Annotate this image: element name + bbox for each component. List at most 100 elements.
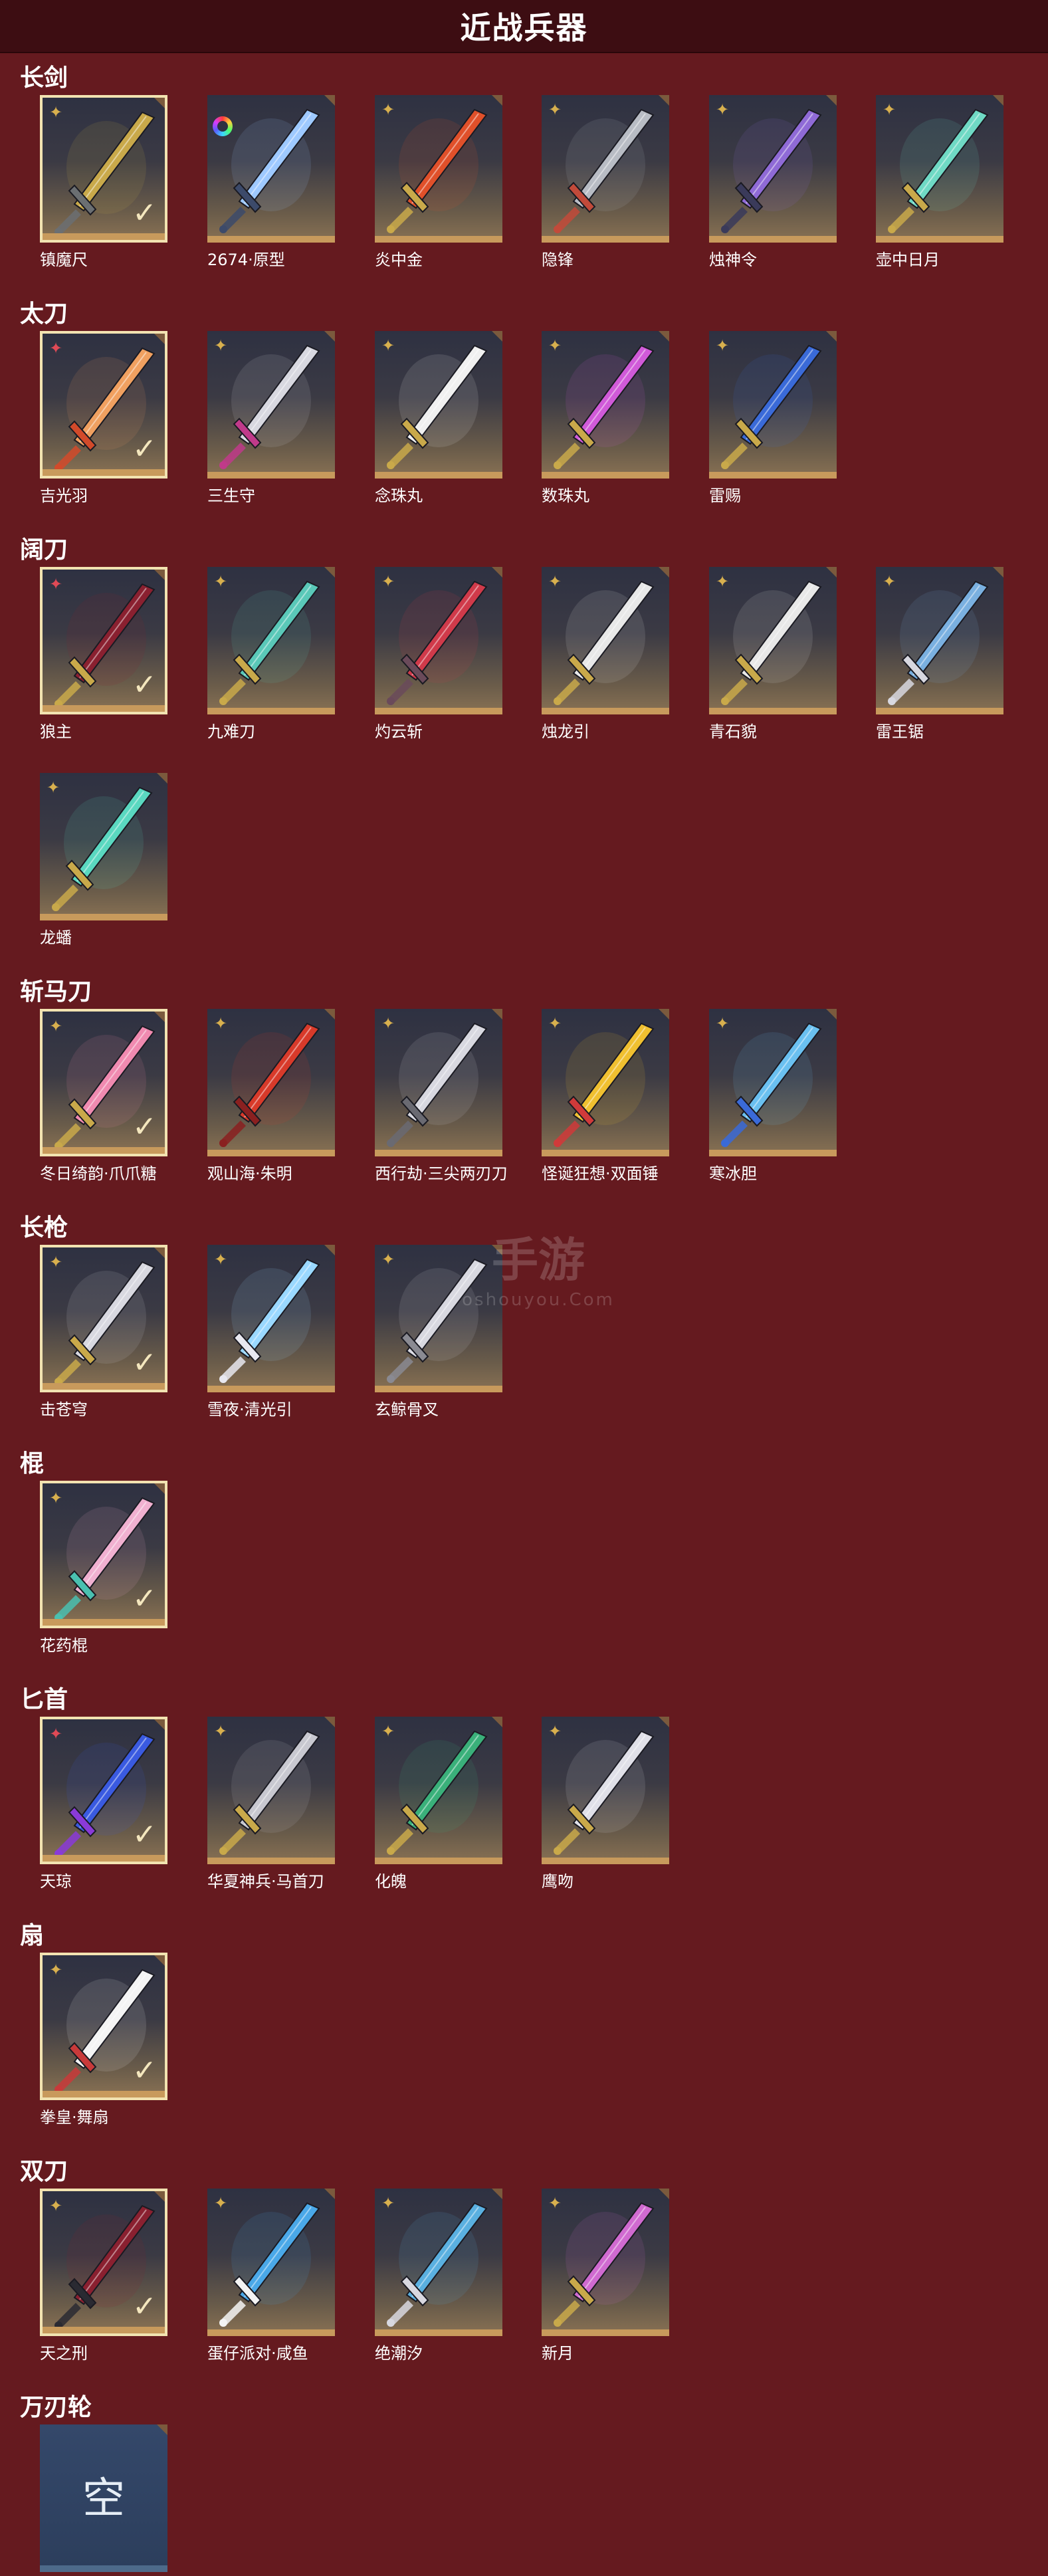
- weapon-card[interactable]: ✦ ✓ 花药棍: [40, 1481, 167, 1656]
- weapon-card[interactable]: ✦ 鹰吻: [542, 1717, 669, 1891]
- weapon-card[interactable]: ✦ 九难刀: [207, 567, 335, 742]
- weapon-tile[interactable]: ✦ ✓: [40, 1481, 167, 1628]
- empty-weapon-slot[interactable]: 空: [40, 2424, 167, 2576]
- weapon-tile[interactable]: ✦: [542, 1717, 669, 1864]
- weapon-tile[interactable]: ✦ ✓: [40, 95, 167, 243]
- weapon-card[interactable]: ✦ 新月: [542, 2189, 669, 2363]
- weapon-card[interactable]: ✦ 绝潮汐: [375, 2189, 502, 2363]
- weapon-tile[interactable]: [207, 95, 335, 243]
- weapon-card[interactable]: ✦ 数珠丸: [542, 331, 669, 506]
- weapon-tile[interactable]: ✦: [542, 331, 669, 479]
- weapon-card[interactable]: ✦ 蛋仔派对·咸鱼: [207, 2189, 335, 2363]
- weapon-card[interactable]: ✦ 壶中日月: [876, 95, 1003, 270]
- weapon-tile[interactable]: ✦: [375, 331, 502, 479]
- weapon-tile[interactable]: ✦: [207, 2189, 335, 2336]
- weapon-card[interactable]: ✦ 雷赐: [709, 331, 837, 506]
- weapon-tile[interactable]: ✦ ✓: [40, 331, 167, 479]
- weapon-tile[interactable]: ✦: [709, 331, 837, 479]
- weapon-card[interactable]: ✦ 炎中金: [375, 95, 502, 270]
- weapon-tile[interactable]: ✦ ✓: [40, 1245, 167, 1392]
- weapon-tile[interactable]: ✦: [207, 1717, 335, 1864]
- weapon-tile[interactable]: ✦: [709, 1009, 837, 1156]
- weapon-card[interactable]: ✦ ✓ 狼主: [40, 567, 167, 742]
- category-title: 双刀: [20, 2158, 68, 2185]
- weapon-name: 冬日绮韵·爪爪糖: [40, 1164, 157, 1183]
- weapon-card[interactable]: ✦ 化魄: [375, 1717, 502, 1891]
- weapon-name: 灼云斩: [375, 722, 423, 741]
- weapon-name: 雷王锯: [876, 722, 924, 741]
- weapon-card[interactable]: ✦ 观山海·朱明: [207, 1009, 335, 1184]
- gold-star-icon: ✦: [548, 336, 562, 355]
- weapon-card[interactable]: ✦ 雷王锯: [876, 567, 1003, 742]
- weapon-card[interactable]: ✦ 念珠丸: [375, 331, 502, 506]
- weapon-tile[interactable]: ✦: [375, 95, 502, 243]
- weapon-card[interactable]: ✦ 雪夜·清光引: [207, 1245, 335, 1420]
- weapon-card[interactable]: ✦ 隐锋: [542, 95, 669, 270]
- weapon-card[interactable]: ✦ 灼云斩: [375, 567, 502, 742]
- weapon-tile[interactable]: ✦: [207, 1245, 335, 1392]
- gold-star-icon: ✦: [716, 1014, 730, 1033]
- weapon-card[interactable]: ✦ 西行劫·三尖两刃刀: [375, 1009, 508, 1184]
- weapon-tile[interactable]: ✦: [375, 2189, 502, 2336]
- weapon-name: 2674·原型: [207, 251, 285, 269]
- weapon-card[interactable]: ✦ ✓ 冬日绮韵·爪爪糖: [40, 1009, 167, 1184]
- weapon-tile[interactable]: ✦: [709, 95, 837, 243]
- weapon-tile[interactable]: ✦ ✓: [40, 1009, 167, 1156]
- gold-star-icon: ✦: [548, 1014, 562, 1033]
- weapon-tile[interactable]: ✦: [207, 567, 335, 714]
- weapon-tile[interactable]: ✦: [375, 1717, 502, 1864]
- weapon-card[interactable]: 2674·原型: [207, 95, 335, 270]
- weapon-card[interactable]: ✦ ✓ 天琼: [40, 1717, 167, 1891]
- owned-check-icon: ✓: [132, 1346, 157, 1380]
- weapon-tile[interactable]: ✦: [876, 95, 1003, 243]
- weapon-card[interactable]: ✦ 烛龙引: [542, 567, 669, 742]
- category-title: 扇: [20, 1922, 45, 1949]
- weapon-name: 隐锋: [542, 251, 574, 269]
- weapon-card[interactable]: ✦ 寒冰胆: [709, 1009, 837, 1184]
- weapon-tile[interactable]: ✦: [375, 1009, 502, 1156]
- weapon-tile[interactable]: ✦: [542, 1009, 669, 1156]
- weapon-tile[interactable]: ✦: [207, 1009, 335, 1156]
- weapon-tile[interactable]: ✦: [542, 95, 669, 243]
- category-title: 太刀: [20, 300, 68, 328]
- weapon-name: 狼主: [40, 722, 72, 741]
- gold-star-icon: ✦: [49, 103, 63, 122]
- weapon-tile[interactable]: ✦ ✓: [40, 1953, 167, 2100]
- weapon-tile[interactable]: ✦: [542, 2189, 669, 2336]
- corner-tab-icon: [157, 2424, 167, 2435]
- weapon-name: 壶中日月: [876, 251, 940, 269]
- weapon-card[interactable]: ✦ ✓ 击苍穹: [40, 1245, 167, 1420]
- weapon-tile[interactable]: ✦: [876, 567, 1003, 714]
- weapon-tile[interactable]: 空: [40, 2424, 167, 2572]
- gold-star-icon: ✦: [716, 572, 730, 591]
- owned-check-icon: ✓: [132, 196, 157, 230]
- weapon-tile[interactable]: ✦: [542, 567, 669, 714]
- weapon-tile[interactable]: ✦: [40, 773, 167, 920]
- weapon-card[interactable]: ✦ ✓ 天之刑: [40, 2189, 167, 2363]
- weapon-tile[interactable]: ✦ ✓: [40, 1717, 167, 1864]
- gold-star-icon: ✦: [716, 100, 730, 119]
- gold-star-icon: ✦: [49, 1961, 63, 1979]
- gold-star-icon: ✦: [47, 778, 60, 797]
- weapon-card[interactable]: ✦ 三生守: [207, 331, 335, 506]
- weapon-name: 天琼: [40, 1872, 72, 1891]
- weapon-tile[interactable]: ✦ ✓: [40, 567, 167, 714]
- weapon-tile[interactable]: ✦: [709, 567, 837, 714]
- weapon-card[interactable]: ✦ 烛神令: [709, 95, 837, 270]
- weapon-tile[interactable]: ✦: [207, 331, 335, 479]
- weapon-card[interactable]: ✦ ✓ 拳皇·舞扇: [40, 1953, 167, 2127]
- weapon-card[interactable]: ✦ ✓ 镇魔尺: [40, 95, 167, 270]
- weapon-name: 烛龙引: [542, 722, 589, 741]
- weapon-card[interactable]: ✦ 玄鲸骨叉: [375, 1245, 502, 1420]
- weapon-tile[interactable]: ✦: [375, 567, 502, 714]
- weapon-card[interactable]: ✦ 华夏神兵·马首刀: [207, 1717, 335, 1891]
- category-title: 长剑: [20, 64, 68, 92]
- weapon-card[interactable]: ✦ 青石貌: [709, 567, 837, 742]
- weapon-name: 龙蟠: [40, 928, 72, 947]
- rainbow-ring-icon: [213, 116, 233, 136]
- weapon-card[interactable]: ✦ 怪诞狂想·双面锤: [542, 1009, 669, 1184]
- weapon-card[interactable]: ✦ ✓ 吉光羽: [40, 331, 167, 506]
- weapon-tile[interactable]: ✦ ✓: [40, 2189, 167, 2336]
- weapon-card[interactable]: ✦ 龙蟠: [40, 773, 167, 948]
- weapon-tile[interactable]: ✦: [375, 1245, 502, 1392]
